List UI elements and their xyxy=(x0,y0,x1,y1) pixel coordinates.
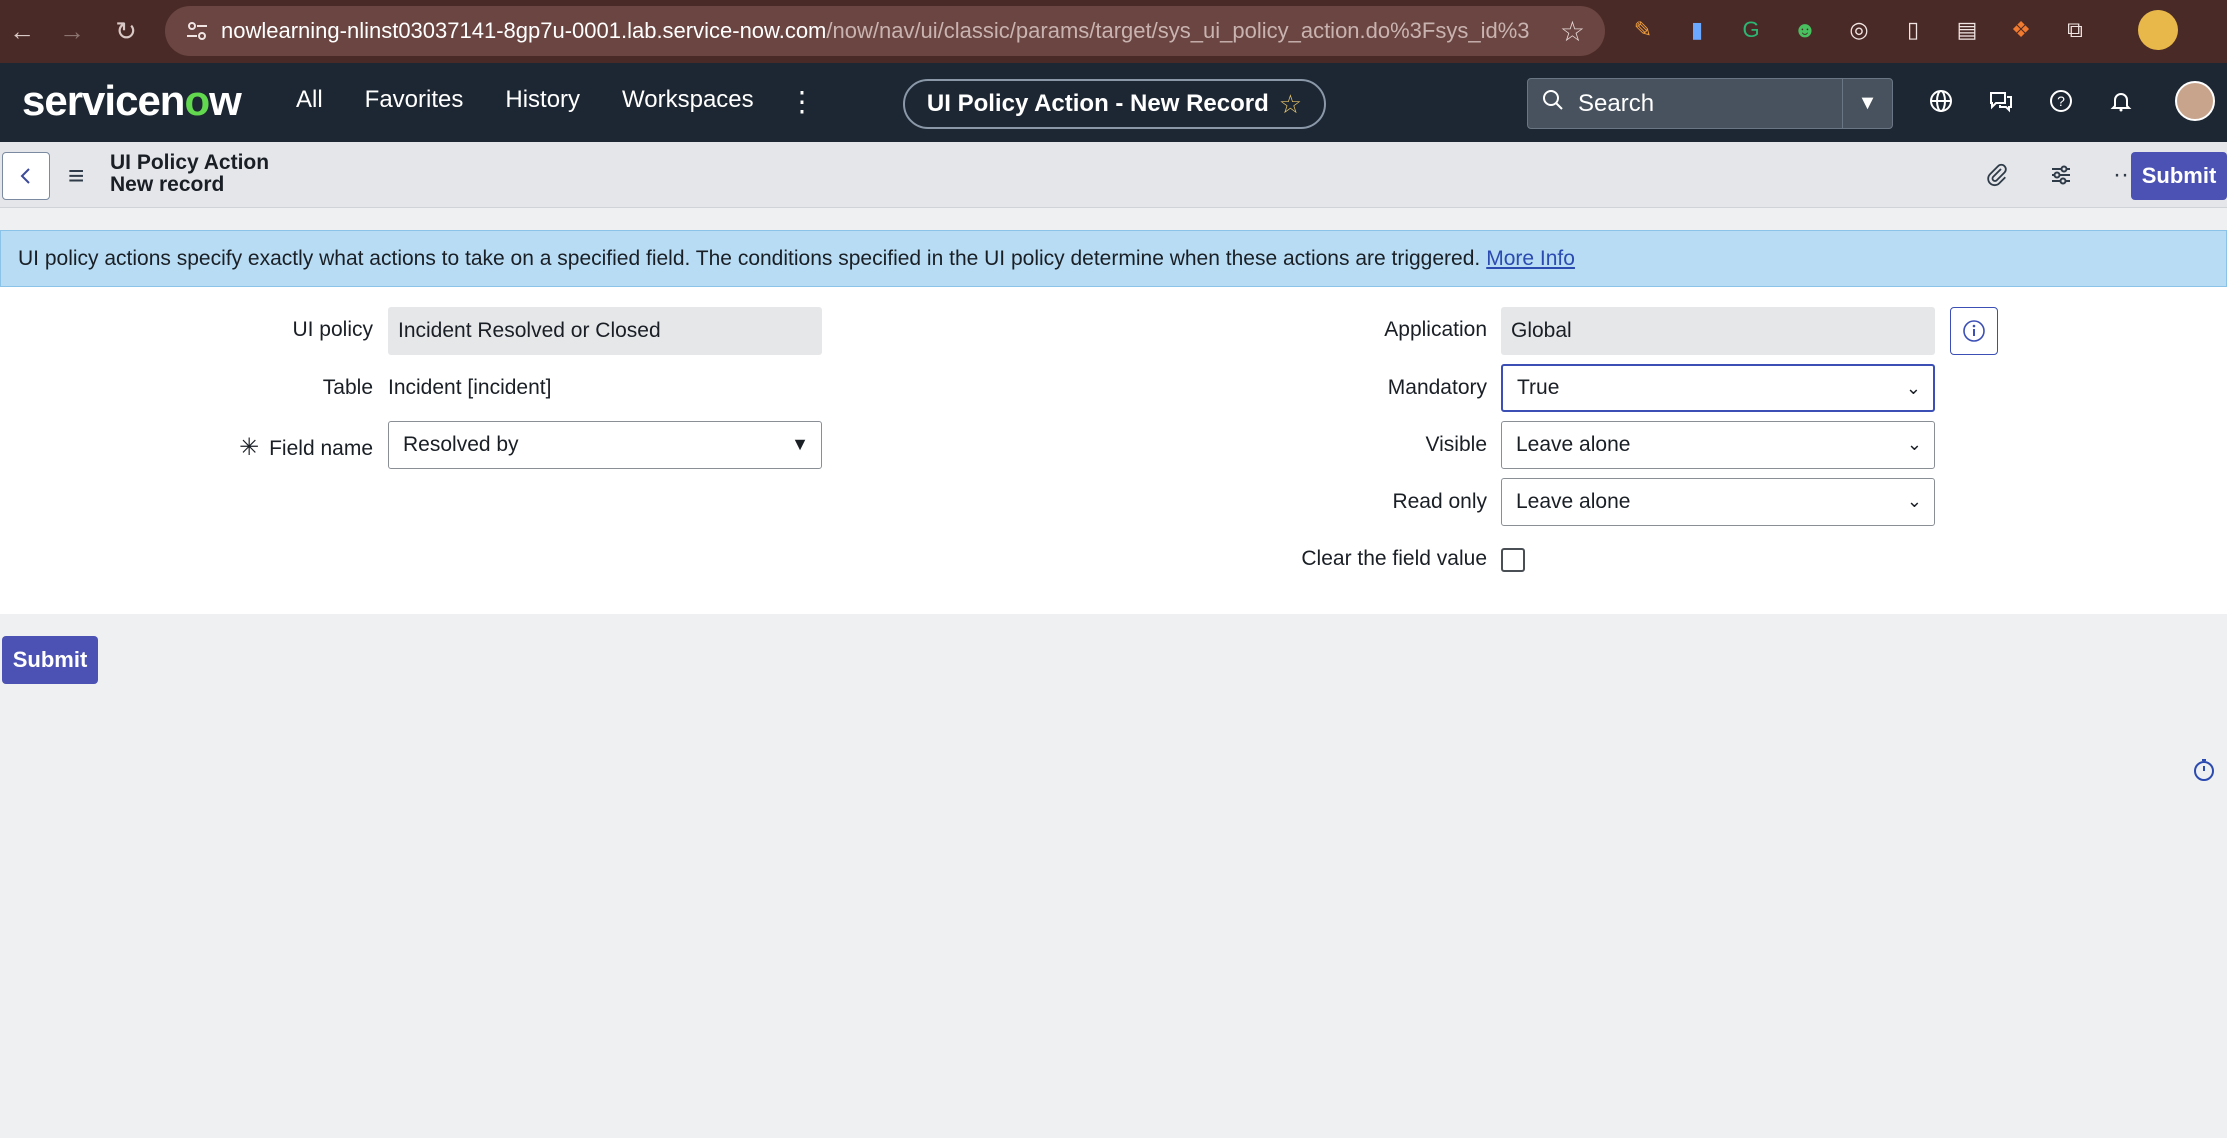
personalize-form-icon[interactable] xyxy=(2044,158,2078,192)
required-asterisk-icon: ✳ xyxy=(239,434,260,461)
visible-select[interactable]: Leave alone ⌄ xyxy=(1501,421,1935,469)
pen-extension-icon[interactable]: ✎ xyxy=(1625,12,1661,48)
extensions-row: ✎ ▮ G ☻ ◎ ▯ ▤ ❖ ⧉ xyxy=(1625,12,2093,48)
more-info-link[interactable]: More Info xyxy=(1486,247,1575,271)
form-header-icons: ··· xyxy=(1980,158,2142,192)
notes-extension-icon[interactable]: ▤ xyxy=(1949,12,1985,48)
visible-label: Visible xyxy=(1425,433,1487,456)
chevron-left-icon xyxy=(20,168,30,184)
nav-all[interactable]: All xyxy=(296,86,323,114)
address-bar[interactable]: nowlearning-nlinst03037141-8gp7u-0001.la… xyxy=(165,6,1605,56)
timer-icon[interactable] xyxy=(2192,758,2216,782)
visible-value: Leave alone xyxy=(1516,433,1631,456)
favorite-star-icon[interactable]: ☆ xyxy=(1279,89,1302,120)
form-title: UI Policy Action New record xyxy=(110,152,269,196)
fox-extension-icon[interactable]: ❖ xyxy=(2003,12,2039,48)
search-icon xyxy=(1542,89,1564,118)
caret-down-icon: ▼ xyxy=(791,434,809,454)
chevron-down-icon: ⌄ xyxy=(1906,491,1922,511)
forward-arrow-icon[interactable]: → xyxy=(52,11,92,51)
grammarly-icon[interactable]: G xyxy=(1733,12,1769,48)
form-title-record: New record xyxy=(110,173,225,196)
mandatory-value: True xyxy=(1517,376,1560,399)
nav-favorites[interactable]: Favorites xyxy=(365,86,464,114)
read-only-value: Leave alone xyxy=(1516,490,1631,513)
attachment-paperclip-icon[interactable] xyxy=(1980,158,2014,192)
page-title-pill[interactable]: UI Policy Action - New Record ☆ xyxy=(903,79,1326,129)
app-header: servicenow All Favorites History Workspa… xyxy=(0,63,2227,142)
more-menu-icon[interactable]: ⋮ xyxy=(788,85,816,118)
mandatory-select[interactable]: True ⌄ xyxy=(1501,364,1935,412)
back-arrow-icon[interactable]: ← xyxy=(2,11,42,51)
field-name-label-text: Field name xyxy=(269,437,373,460)
table-label: Table xyxy=(322,376,373,399)
nav-workspaces[interactable]: Workspaces xyxy=(622,86,754,114)
servicenow-logo[interactable]: servicenow xyxy=(22,77,242,125)
field-name-label: ✳ Field name xyxy=(200,433,373,462)
ui-policy-label: UI policy xyxy=(292,318,373,341)
clear-field-checkbox[interactable] xyxy=(1501,548,1525,572)
nav-history[interactable]: History xyxy=(505,86,580,114)
top-nav: All Favorites History Workspaces xyxy=(296,86,754,114)
browser-toolbar: ← → ↻ nowlearning-nlinst03037141-8gp7u-0… xyxy=(0,0,2227,63)
globe-icon[interactable] xyxy=(1925,85,1957,117)
field-name-select[interactable]: Resolved by ▼ xyxy=(388,421,822,469)
read-only-select[interactable]: Leave alone ⌄ xyxy=(1501,478,1935,526)
reload-icon[interactable]: ↻ xyxy=(106,11,146,51)
target-extension-icon[interactable]: ◎ xyxy=(1841,12,1877,48)
header-icons: ? xyxy=(1925,85,2137,117)
form-context-menu-icon[interactable]: ≡ xyxy=(68,160,84,192)
application-info-button[interactable] xyxy=(1950,307,1998,355)
url-path: /now/nav/ui/classic/params/target/sys_ui… xyxy=(826,18,1531,43)
chevron-down-icon: ⌄ xyxy=(1906,434,1922,454)
global-search[interactable]: Search ▼ xyxy=(1527,78,1893,129)
site-settings-icon[interactable] xyxy=(179,13,215,49)
svg-text:?: ? xyxy=(2057,93,2065,109)
form-header: ≡ UI Policy Action New record ··· Submit xyxy=(0,142,2227,208)
robot-extension-icon[interactable]: ☻ xyxy=(1787,12,1823,48)
clear-field-label: Clear the field value xyxy=(1301,547,1487,570)
url-host: nowlearning-nlinst03037141-8gp7u-0001.la… xyxy=(221,18,827,43)
url-text: nowlearning-nlinst03037141-8gp7u-0001.la… xyxy=(221,18,1531,44)
user-avatar[interactable] xyxy=(2175,81,2215,121)
form-title-table: UI Policy Action xyxy=(110,151,270,174)
docs-extension-icon[interactable]: ▮ xyxy=(1679,12,1715,48)
chat-icon[interactable] xyxy=(1985,85,2017,117)
application-label: Application xyxy=(1384,318,1487,341)
mandatory-label: Mandatory xyxy=(1387,376,1487,399)
application-field[interactable]: Global xyxy=(1501,307,1935,355)
table-value: Incident [incident] xyxy=(388,376,552,399)
puzzle-extensions-icon[interactable]: ⧉ xyxy=(2057,12,2093,48)
browser-profile-avatar[interactable] xyxy=(2138,10,2178,50)
chevron-down-icon: ⌄ xyxy=(1905,378,1921,398)
submit-button-bottom[interactable]: Submit xyxy=(2,636,98,684)
notifications-bell-icon[interactable] xyxy=(2105,85,2137,117)
page-title: UI Policy Action - New Record xyxy=(926,90,1269,117)
submit-button-top[interactable]: Submit xyxy=(2131,152,2227,200)
banner-text: UI policy actions specify exactly what a… xyxy=(18,246,1481,270)
help-icon[interactable]: ? xyxy=(2045,85,2077,117)
bookmark-star-icon[interactable]: ☆ xyxy=(1560,15,1585,48)
read-only-label: Read only xyxy=(1392,490,1487,513)
form-body: UI policy Incident Resolved or Closed Ta… xyxy=(0,287,2227,614)
field-name-value: Resolved by xyxy=(403,433,519,456)
info-icon xyxy=(1963,320,1985,342)
search-scope-dropdown-icon[interactable]: ▼ xyxy=(1842,79,1892,128)
phone-extension-icon[interactable]: ▯ xyxy=(1895,12,1931,48)
info-banner: UI policy actions specify exactly what a… xyxy=(0,230,2227,287)
back-button[interactable] xyxy=(2,152,50,200)
search-placeholder: Search xyxy=(1578,89,1655,117)
ui-policy-field[interactable]: Incident Resolved or Closed xyxy=(388,307,822,355)
